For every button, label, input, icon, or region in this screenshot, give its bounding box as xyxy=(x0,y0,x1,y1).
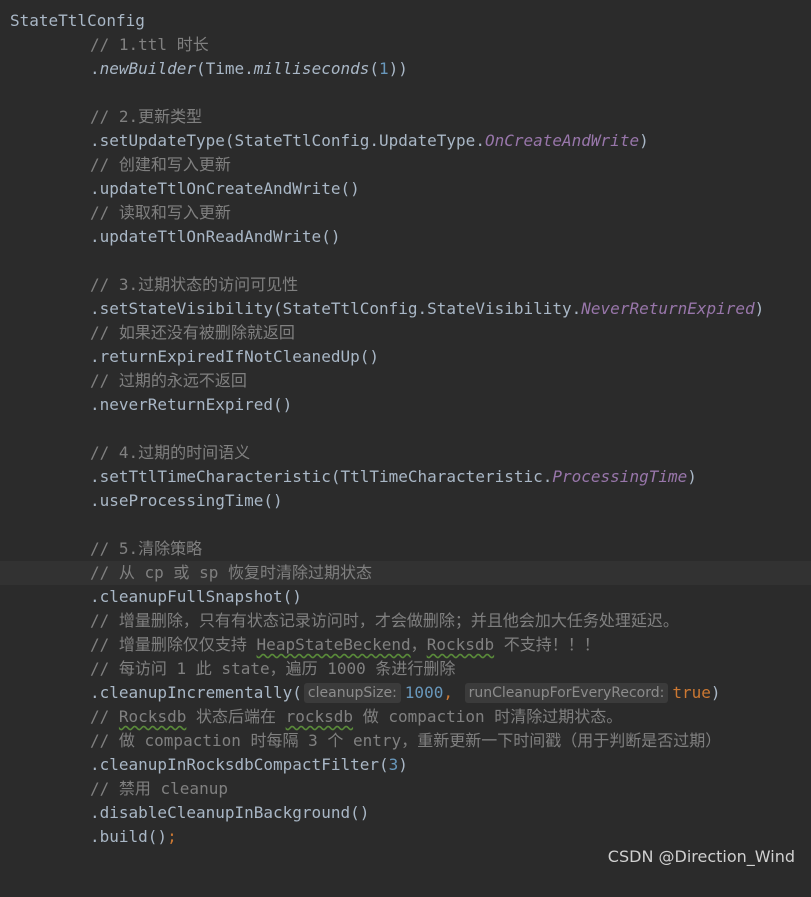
code-line[interactable]: // 创建和写入更新 xyxy=(0,153,811,177)
code-text: .setStateVisibility(StateTtlConfig.State… xyxy=(90,299,765,318)
code-line[interactable]: // 4.过期的时间语义 xyxy=(0,441,811,465)
code-line[interactable]: // 3.过期状态的访问可见性 xyxy=(0,273,811,297)
code-line-current[interactable]: // 从 cp 或 sp 恢复时清除过期状态 xyxy=(0,561,811,585)
code-text: .cleanupFullSnapshot() xyxy=(90,587,302,606)
code-line[interactable]: .cleanupInRocksdbCompactFilter(3) xyxy=(0,753,811,777)
code-line[interactable]: .setStateVisibility(StateTtlConfig.State… xyxy=(0,297,811,321)
code-line[interactable]: // 5.清除策略 xyxy=(0,537,811,561)
code-text: .newBuilder(Time.milliseconds(1)) xyxy=(90,59,408,78)
code-text: .useProcessingTime() xyxy=(90,491,283,510)
code-text: StateTtlConfig xyxy=(10,11,145,30)
code-line[interactable]: StateTtlConfig xyxy=(0,9,811,33)
code-text: .cleanupIncrementally(cleanupSize: 1000, … xyxy=(90,683,721,703)
code-line[interactable]: // Rocksdb 状态后端在 rocksdb 做 compaction 时清… xyxy=(0,705,811,729)
code-text: .disableCleanupInBackground() xyxy=(90,803,370,822)
code-line[interactable]: .cleanupFullSnapshot() xyxy=(0,585,811,609)
comment-text: // 2.更新类型 xyxy=(90,107,203,126)
code-line[interactable]: .updateTtlOnReadAndWrite() xyxy=(0,225,811,249)
code-line[interactable]: // 增量删除仅仅支持 HeapStateBeckend，Rocksdb 不支持… xyxy=(0,633,811,657)
watermark: CSDN @Direction_Wind xyxy=(607,847,795,866)
code-text: .build(); xyxy=(90,827,177,846)
comment-text: // 每访问 1 此 state，遍历 1000 条进行删除 xyxy=(90,659,456,678)
code-line[interactable]: .build(); xyxy=(0,825,811,849)
comment-text: // 从 cp 或 sp 恢复时清除过期状态 xyxy=(90,563,372,582)
code-text: .cleanupInRocksdbCompactFilter(3) xyxy=(90,755,408,774)
code-line[interactable]: .newBuilder(Time.milliseconds(1)) xyxy=(0,57,811,81)
code-line[interactable]: // 如果还没有被删除就返回 xyxy=(0,321,811,345)
comment-text: // 4.过期的时间语义 xyxy=(90,443,251,462)
parameter-hint: runCleanupForEveryRecord: xyxy=(464,683,669,703)
code-line[interactable]: .updateTtlOnCreateAndWrite() xyxy=(0,177,811,201)
code-text: .updateTtlOnCreateAndWrite() xyxy=(90,179,360,198)
code-line[interactable]: .setTtlTimeCharacteristic(TtlTimeCharact… xyxy=(0,465,811,489)
comment-text: // 过期的永远不返回 xyxy=(90,371,247,390)
code-line[interactable]: // 2.更新类型 xyxy=(0,105,811,129)
comment-text: // Rocksdb 状态后端在 rocksdb 做 compaction 时清… xyxy=(90,707,623,726)
code-editor[interactable]: StateTtlConfig // 1.ttl 时长 .newBuilder(T… xyxy=(0,0,811,874)
code-line[interactable]: .cleanupIncrementally(cleanupSize: 1000, … xyxy=(0,681,811,705)
code-line[interactable]: .neverReturnExpired() xyxy=(0,393,811,417)
code-line[interactable]: .useProcessingTime() xyxy=(0,489,811,513)
comment-text: // 禁用 cleanup xyxy=(90,779,228,798)
comment-text: // 1.ttl 时长 xyxy=(90,35,209,54)
code-text: .returnExpiredIfNotCleanedUp() xyxy=(90,347,379,366)
code-line[interactable]: // 每访问 1 此 state，遍历 1000 条进行删除 xyxy=(0,657,811,681)
code-line[interactable]: // 增量删除，只有有状态记录访问时，才会做删除；并且他会加大任务处理延迟。 xyxy=(0,609,811,633)
code-text: .updateTtlOnReadAndWrite() xyxy=(90,227,341,246)
comment-text: // 3.过期状态的访问可见性 xyxy=(90,275,299,294)
comment-text: // 读取和写入更新 xyxy=(90,203,231,222)
code-text: .setTtlTimeCharacteristic(TtlTimeCharact… xyxy=(90,467,697,486)
comment-text: // 增量删除，只有有状态记录访问时，才会做删除；并且他会加大任务处理延迟。 xyxy=(90,611,679,630)
code-text: .setUpdateType(StateTtlConfig.UpdateType… xyxy=(90,131,649,150)
code-line[interactable]: .disableCleanupInBackground() xyxy=(0,801,811,825)
comment-text: // 增量删除仅仅支持 HeapStateBeckend，Rocksdb 不支持… xyxy=(90,635,600,654)
code-line[interactable]: // 禁用 cleanup xyxy=(0,777,811,801)
comment-text: // 创建和写入更新 xyxy=(90,155,231,174)
code-line[interactable]: // 读取和写入更新 xyxy=(0,201,811,225)
code-line[interactable]: .returnExpiredIfNotCleanedUp() xyxy=(0,345,811,369)
parameter-hint: cleanupSize: xyxy=(303,683,401,703)
code-text: .neverReturnExpired() xyxy=(90,395,293,414)
comment-text: // 5.清除策略 xyxy=(90,539,203,558)
comment-text: // 如果还没有被删除就返回 xyxy=(90,323,295,342)
code-line[interactable]: // 1.ttl 时长 xyxy=(0,33,811,57)
code-line[interactable]: // 做 compaction 时每隔 3 个 entry，重新更新一下时间戳（… xyxy=(0,729,811,753)
code-line[interactable]: .setUpdateType(StateTtlConfig.UpdateType… xyxy=(0,129,811,153)
comment-text: // 做 compaction 时每隔 3 个 entry，重新更新一下时间戳（… xyxy=(90,731,722,750)
code-line[interactable]: // 过期的永远不返回 xyxy=(0,369,811,393)
